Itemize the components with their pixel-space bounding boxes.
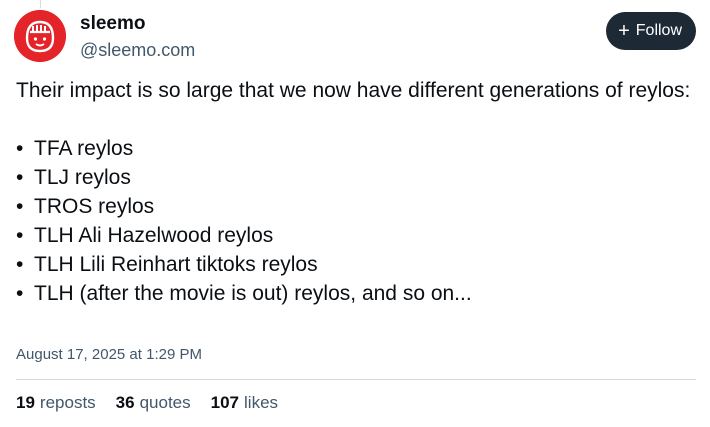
list-item: TLH Lili Reinhart tiktoks reylos	[16, 250, 696, 279]
post-header: sleemo @sleemo.com + Follow	[14, 10, 696, 70]
follow-label: Follow	[635, 22, 682, 39]
divider	[16, 379, 696, 380]
thread-line	[40, 0, 41, 8]
post-body: Their impact is so large that we now hav…	[16, 76, 696, 308]
author-handle[interactable]: @sleemo.com	[80, 38, 195, 62]
cartoon-face-icon	[14, 10, 66, 62]
bullet-list: TFA reylos TLJ reylos TROS reylos TLH Al…	[16, 134, 696, 308]
list-item: TFA reylos	[16, 134, 696, 163]
list-item: TLH (after the movie is out) reylos, and…	[16, 279, 696, 308]
post-timestamp[interactable]: August 17, 2025 at 1:29 PM	[16, 346, 202, 363]
list-item: TLJ reylos	[16, 163, 696, 192]
display-name[interactable]: sleemo	[80, 12, 195, 36]
likes-count: 107	[210, 393, 240, 412]
reposts-count: 19	[16, 393, 35, 412]
plus-icon: +	[618, 20, 630, 42]
reposts-label: reposts	[39, 393, 96, 412]
engagement-stats: 19 reposts 36 quotes 107 likes	[16, 393, 278, 413]
follow-button[interactable]: + Follow	[606, 12, 696, 50]
post-text: Their impact is so large that we now hav…	[16, 79, 691, 102]
likes-label: likes	[244, 393, 279, 412]
quotes-label: quotes	[139, 393, 191, 412]
author-names: sleemo @sleemo.com	[80, 12, 195, 62]
likes-stat[interactable]: 107 likes	[211, 393, 278, 413]
quotes-stat[interactable]: 36 quotes	[116, 393, 191, 413]
post-card: sleemo @sleemo.com + Follow Their impact…	[0, 0, 710, 427]
avatar[interactable]	[14, 10, 66, 62]
reposts-stat[interactable]: 19 reposts	[16, 393, 96, 413]
quotes-count: 36	[115, 393, 135, 412]
list-item: TROS reylos	[16, 192, 696, 221]
list-item: TLH Ali Hazelwood reylos	[16, 221, 696, 250]
